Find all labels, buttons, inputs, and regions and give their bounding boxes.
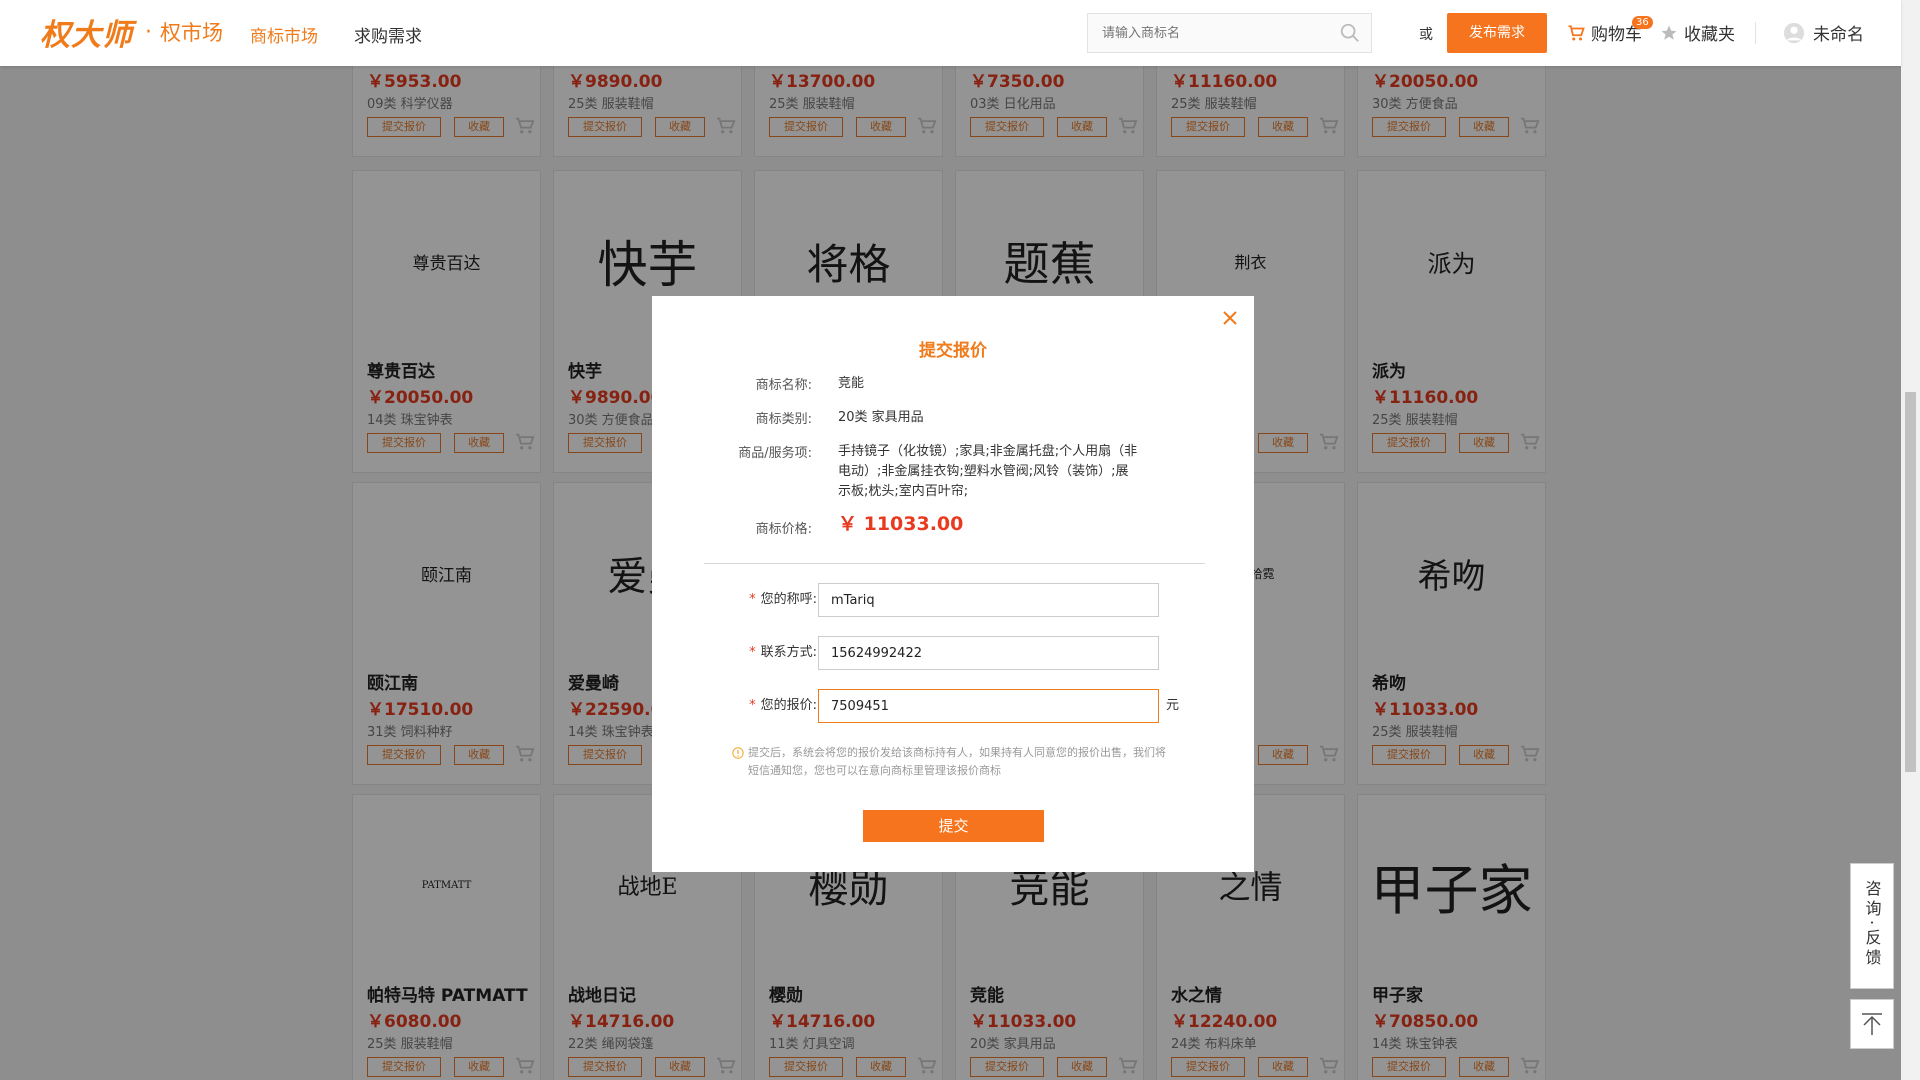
trademark-name-value: 竞能: [838, 376, 865, 391]
nickname-field[interactable]: [818, 583, 1159, 617]
offer-price-field[interactable]: [818, 689, 1159, 723]
search-input[interactable]: [1088, 14, 1328, 52]
main-nav: 商标市场 求购需求: [250, 22, 422, 47]
dialog-divider: [704, 563, 1205, 564]
offer-label: 您的报价:: [760, 698, 817, 713]
info-icon: [732, 747, 744, 759]
logo-sub-text: 权市场: [160, 21, 223, 45]
page-scrollbar[interactable]: [1901, 0, 1920, 1080]
logo-main-text: 权大师: [40, 18, 133, 53]
dialog-title: 提交报价: [919, 341, 987, 361]
site-logo[interactable]: 权大师 · 权市场: [40, 12, 223, 53]
required-mark: *: [749, 698, 756, 713]
top-header: 权大师 · 权市场 商标市场 求购需求 或 发布需求 购物车 36 收藏夹 未命…: [0, 0, 1901, 66]
consult-label: 咨询·反馈: [1862, 880, 1882, 970]
scrollbar-thumb[interactable]: [1905, 392, 1916, 772]
trademark-category-label: 商标类别:: [755, 412, 812, 427]
offer-unit: 元: [1166, 698, 1180, 713]
nickname-label: 您的称呼:: [760, 592, 817, 607]
nav-trademark-market[interactable]: 商标市场: [250, 22, 318, 47]
arrow-up-icon: [1862, 1013, 1882, 1035]
back-to-top-button[interactable]: [1850, 999, 1894, 1049]
nav-purchase-demand[interactable]: 求购需求: [354, 22, 422, 47]
trademark-category-value: 20类 家具用品: [838, 410, 924, 425]
user-menu[interactable]: 未命名: [1783, 20, 1864, 45]
user-avatar-icon: [1783, 22, 1805, 43]
trademark-name-label: 商标名称:: [755, 378, 812, 393]
publish-demand-button[interactable]: 发布需求: [1447, 13, 1547, 53]
contact-field[interactable]: [818, 636, 1159, 670]
cart-icon: [1568, 24, 1585, 40]
submit-offer-dialog: 提交报价 商标名称: 竞能 商标类别: 20类 家具用品 商品/服务项: 手持镜…: [652, 296, 1254, 872]
goods-services-label: 商品/服务项:: [738, 446, 812, 461]
submit-button[interactable]: 提交: [863, 810, 1044, 842]
goods-services-value: 手持镜子（化妆镜）;家具;非金属托盘;个人用扇（非电动）;非金属挂衣钩;塑料水管…: [838, 444, 1138, 499]
trademark-price-value: ￥ 11033.00: [838, 513, 964, 535]
required-mark: *: [749, 592, 756, 607]
star-icon: [1661, 25, 1677, 40]
contact-label: 联系方式:: [760, 645, 817, 660]
trademark-price-label: 商标价格:: [755, 522, 812, 537]
favorites-label: 收藏夹: [1684, 25, 1735, 45]
cart-count-badge: 36: [1632, 16, 1653, 29]
favorites-link[interactable]: 收藏夹: [1660, 20, 1735, 45]
close-icon[interactable]: [1218, 306, 1242, 330]
submit-notice: 提交后，系统会将您的报价发给该商标持有人，如果持有人同意您的报价出售，我们将短信…: [732, 744, 1172, 780]
search-icon[interactable]: [1339, 22, 1361, 44]
notice-text: 提交后，系统会将您的报价发给该商标持有人，如果持有人同意您的报价出售，我们将短信…: [748, 746, 1166, 777]
required-mark: *: [749, 645, 756, 660]
search-box: [1087, 13, 1372, 53]
or-text: 或: [1419, 27, 1433, 43]
cart-link[interactable]: 购物车 36: [1567, 16, 1653, 45]
consult-feedback-button[interactable]: 咨询·反馈: [1850, 863, 1894, 989]
user-name: 未命名: [1813, 25, 1864, 45]
